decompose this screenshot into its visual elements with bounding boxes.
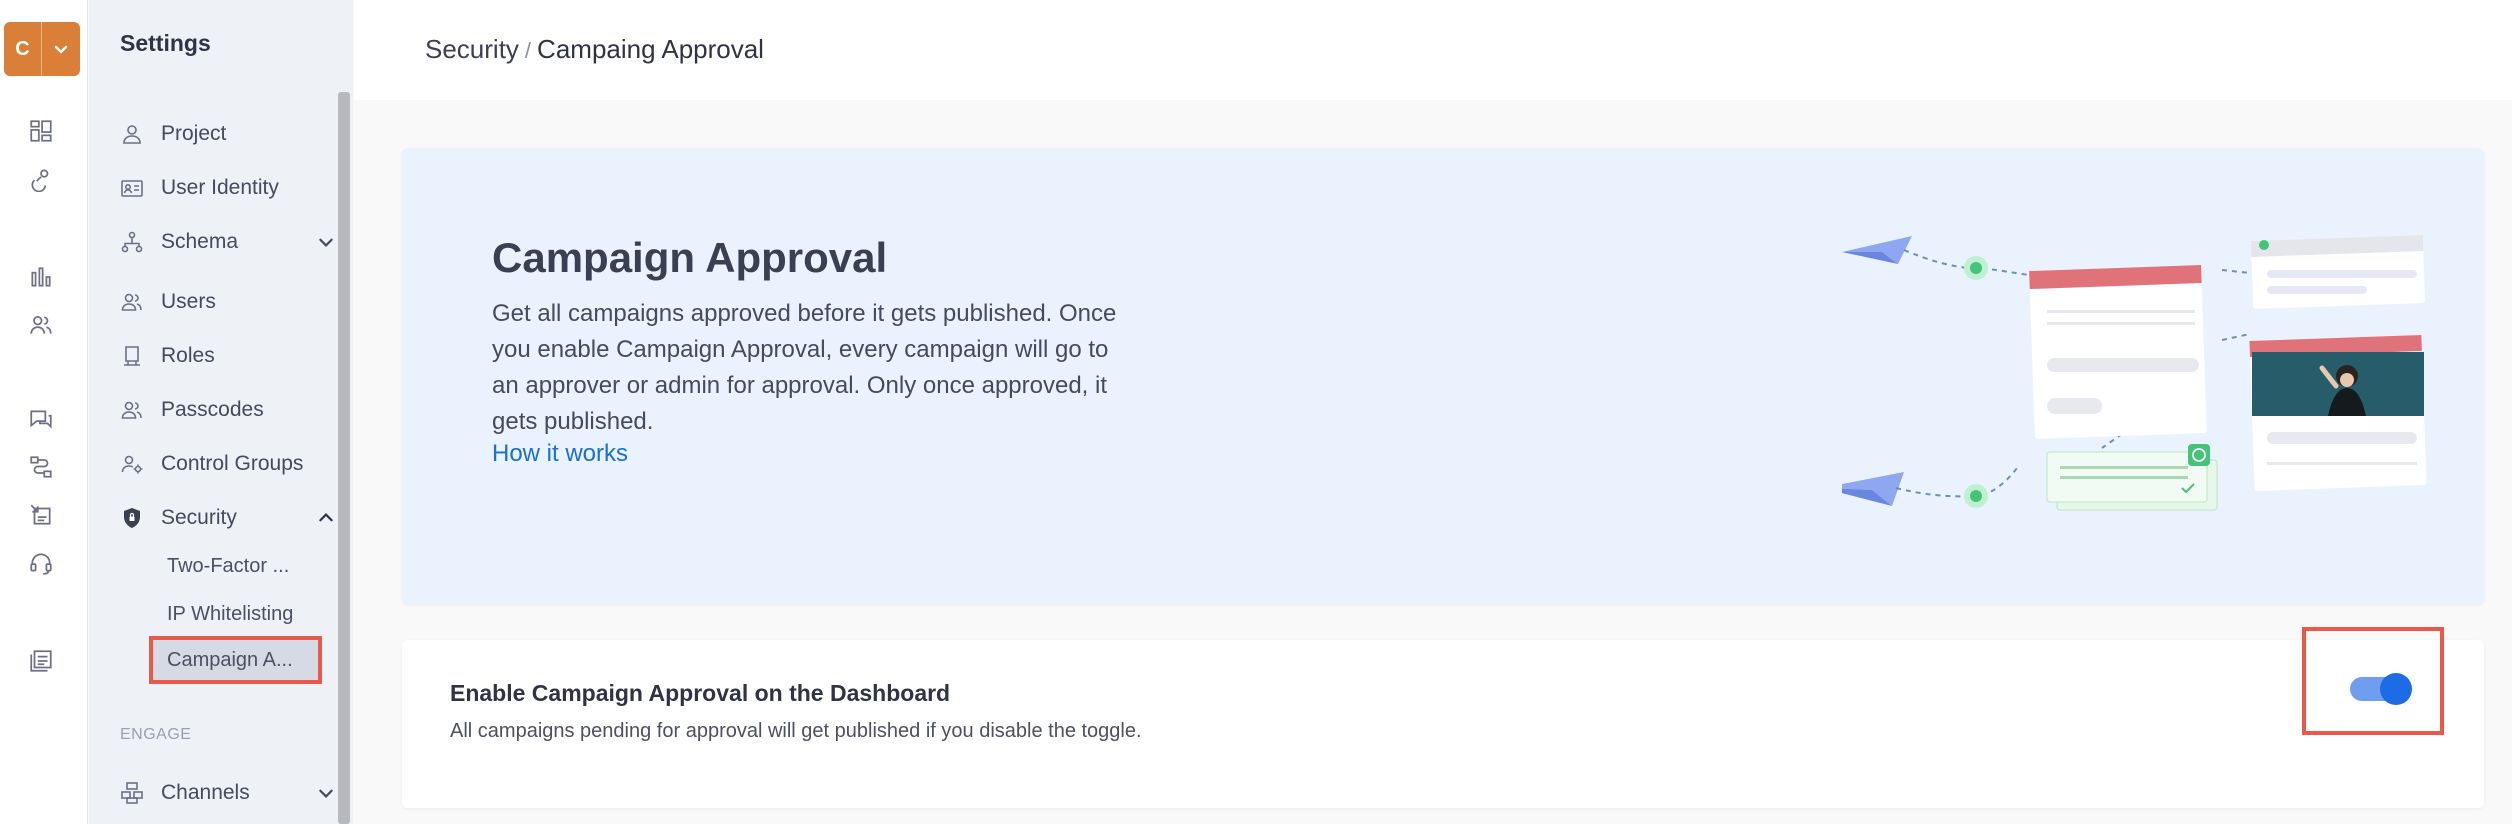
sidebar-title: Settings [120,30,211,56]
campaigns-icon[interactable] [26,500,56,530]
settings-sidebar: Settings Project User Identity Schema Us… [89,0,353,824]
setting-card: Enable Campaign Approval on the Dashboar… [402,627,2484,808]
channels-icon [119,780,145,806]
breadcrumb-parent[interactable]: Security [425,34,519,64]
sidebar-item-channels[interactable]: Channels [119,773,349,813]
sidebar-scrollbar[interactable] [338,92,350,824]
integration-icon[interactable] [26,164,56,194]
sidebar-item-user-identity[interactable]: User Identity [119,168,349,208]
sidebar-subitem-two-factor[interactable]: Two-Factor ... [167,546,337,586]
banner-description: Get all campaigns approved before it get… [492,300,1117,435]
passcode-users-icon [119,397,145,423]
app-rail: C [0,0,88,824]
sidebar-item-control-groups[interactable]: Control Groups [119,444,349,484]
project-letter: C [4,22,42,76]
sidebar-subitem-ip-whitelisting[interactable]: IP Whitelisting [167,594,337,634]
analytics-icon[interactable] [26,262,56,292]
shield-icon [119,505,145,531]
campaign-approval-toggle[interactable] [2350,673,2412,705]
support-icon[interactable] [26,548,56,578]
project-switcher[interactable]: C [4,22,80,76]
banner-title: Campaign Approval [492,234,888,281]
sidebar-item-label: Control Groups [161,452,304,475]
sidebar-item-label: Passcodes [161,398,264,421]
toggle-highlight [2302,627,2444,735]
catalog-icon[interactable] [26,646,56,676]
breadcrumb-current: Campaing Approval [537,34,764,64]
info-banner: Campaign Approval Get all campaigns appr… [402,148,2484,604]
chevron-down-icon [317,784,335,808]
breadcrumb: Security / Campaing Approval [425,34,764,65]
user-icon [119,121,145,147]
campaign-approval-illustration [1842,235,2427,511]
section-label-engage: ENGAGE [120,726,192,743]
sidebar-item-label: Security [161,506,237,529]
sidebar-item-roles[interactable]: Roles [119,336,349,376]
chevron-down-icon [317,233,335,257]
toggle-knob [2380,673,2412,705]
sidebar-item-label: Users [161,290,216,313]
sidebar-subitem-campaign-approval[interactable]: Campaign A... [167,640,337,680]
chevron-up-icon [317,509,335,533]
dashboard-icon[interactable] [26,116,56,146]
sidebar-item-project[interactable]: Project [119,114,349,154]
sidebar-item-label: Project [161,122,227,145]
journeys-icon[interactable] [26,452,56,482]
sidebar-item-label: Roles [161,344,215,367]
sidebar-item-schema[interactable]: Schema [119,222,349,262]
sidebar-item-passcodes[interactable]: Passcodes [119,390,349,430]
audience-icon[interactable] [26,310,56,340]
breadcrumb-separator: / [524,38,532,63]
sidebar-item-security[interactable]: Security [119,498,349,538]
how-it-works-link[interactable]: How it works [492,440,628,468]
users-icon [119,289,145,315]
sidebar-item-label: User Identity [161,176,279,199]
sidebar-item-users[interactable]: Users [119,282,349,322]
setting-title: Enable Campaign Approval on the Dashboar… [450,680,951,706]
page-header: Security / Campaing Approval [354,0,2512,100]
schema-icon [119,229,145,255]
messages-icon[interactable] [26,404,56,434]
id-card-icon [119,175,145,201]
setting-description: All campaigns pending for approval will … [450,720,1142,742]
roles-icon [119,343,145,369]
sidebar-item-label: Channels [161,781,250,804]
chevron-down-icon [42,41,80,57]
user-settings-icon [119,451,145,477]
sidebar-item-label: Schema [161,230,239,253]
